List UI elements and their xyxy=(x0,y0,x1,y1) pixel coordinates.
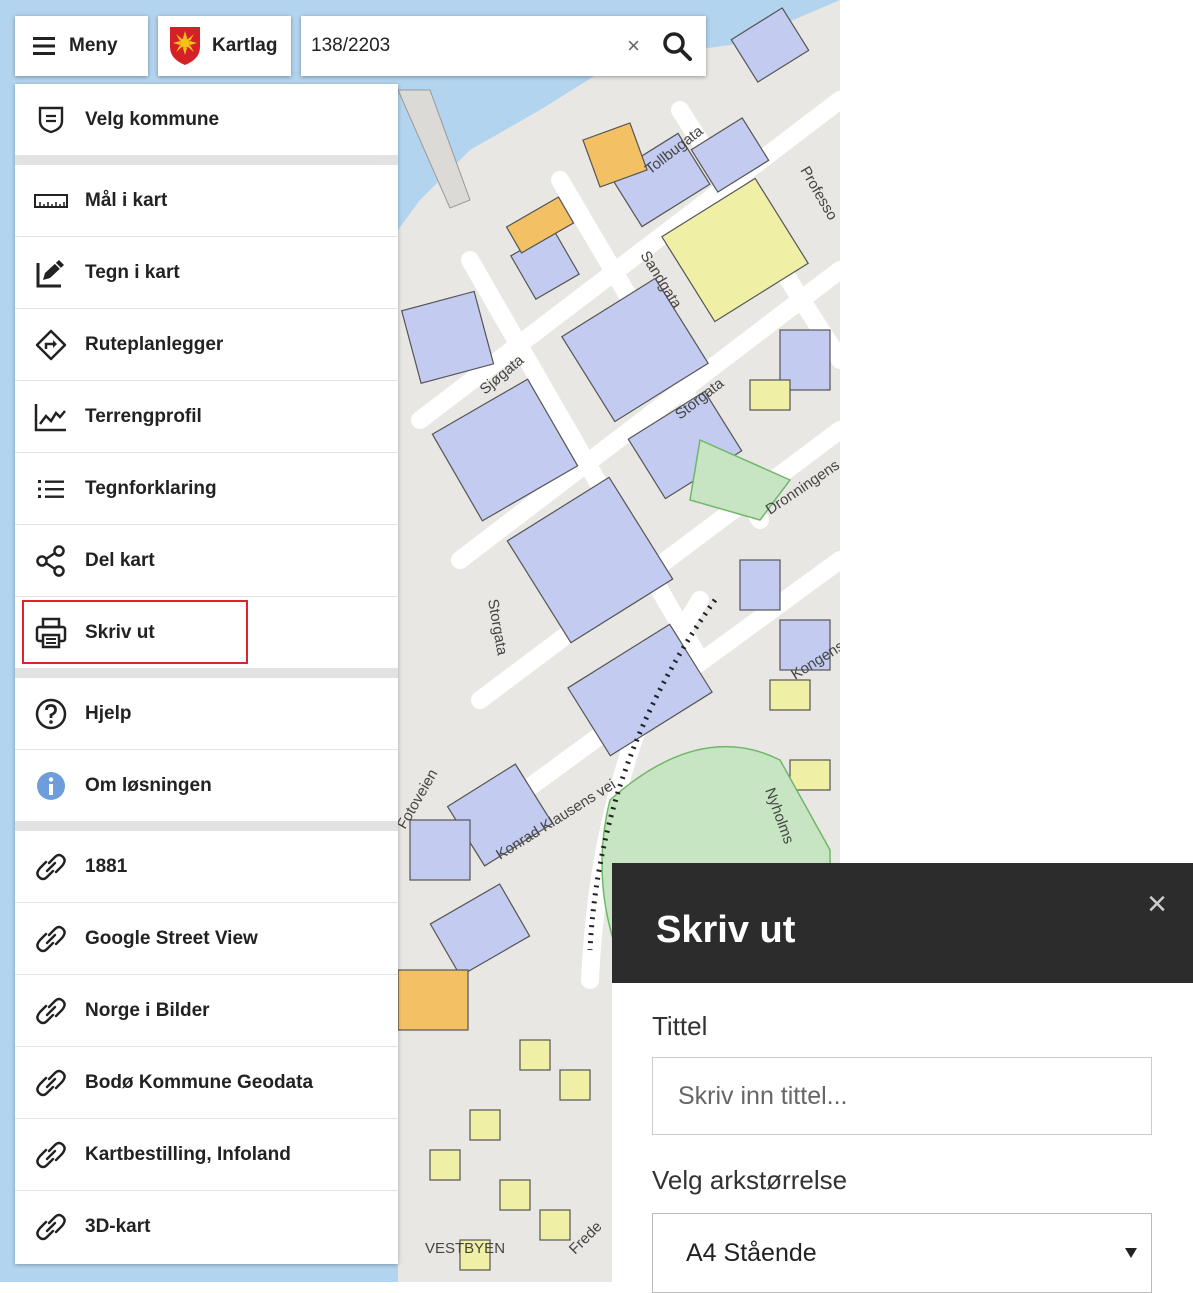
highlight-box xyxy=(22,600,248,664)
menu-item-label: Hjelp xyxy=(85,702,132,724)
shield-outline-icon xyxy=(33,102,69,138)
menu-item-link-norge-i-bilder[interactable]: Norge i Bilder xyxy=(15,975,398,1047)
menu-item-link-1881[interactable]: 1881 xyxy=(15,831,398,903)
link-icon xyxy=(33,993,69,1029)
share-icon xyxy=(33,543,69,579)
clear-search-icon[interactable]: × xyxy=(627,33,640,59)
menu-item-link-google-street-view[interactable]: Google Street View xyxy=(15,903,398,975)
menu-item-link-kartbestilling[interactable]: Kartbestilling, Infoland xyxy=(15,1119,398,1191)
menu-item-label: Velg kommune xyxy=(85,108,220,130)
main-menu-panel: Velg kommune Mål i kart Tegn i kart Rute… xyxy=(15,84,398,1264)
ruler-icon xyxy=(33,183,69,219)
menu-item-label: Mål i kart xyxy=(85,189,168,211)
menu-item-velg-kommune[interactable]: Velg kommune xyxy=(15,84,398,156)
menu-item-skriv-ut[interactable]: Skriv ut xyxy=(15,597,398,669)
menu-item-ruteplanlegger[interactable]: Ruteplanlegger xyxy=(15,309,398,381)
title-input[interactable]: Skriv inn tittel... xyxy=(652,1057,1152,1135)
title-field-label: Tittel xyxy=(652,1011,708,1041)
search-icon[interactable] xyxy=(662,31,692,61)
menu-item-label: Bodø Kommune Geodata xyxy=(85,1071,314,1093)
municipality-crest-icon xyxy=(170,27,200,65)
layers-button[interactable]: Kartlag xyxy=(158,16,291,76)
legend-list-icon xyxy=(33,471,69,507)
menu-item-label: Del kart xyxy=(85,549,155,571)
menu-item-link-bodo-kommune-geodata[interactable]: Bodø Kommune Geodata xyxy=(15,1047,398,1119)
menu-item-label: Ruteplanlegger xyxy=(85,333,224,355)
menu-item-mal-i-kart[interactable]: Mål i kart xyxy=(15,165,398,237)
print-dialog-title: Skriv ut xyxy=(656,909,796,951)
link-icon xyxy=(33,849,69,885)
menu-item-label: 3D-kart xyxy=(85,1216,151,1237)
draw-icon xyxy=(33,255,69,291)
menu-item-label: Kartbestilling, Infoland xyxy=(85,1143,291,1165)
dropdown-arrow-icon xyxy=(1125,1248,1137,1258)
link-icon xyxy=(33,921,69,957)
search-input[interactable]: 138/2203 xyxy=(311,35,627,57)
search-box[interactable]: 138/2203 × xyxy=(301,16,706,76)
paper-size-value: A4 Stående xyxy=(686,1238,817,1267)
menu-item-label: Google Street View xyxy=(85,927,258,949)
link-icon xyxy=(33,1209,69,1245)
menu-item-tegnforklaring[interactable]: Tegnforklaring xyxy=(15,453,398,525)
menu-item-link-3d-kart[interactable]: 3D-kart xyxy=(15,1191,398,1263)
menu-separator xyxy=(15,669,398,678)
link-icon xyxy=(33,1065,69,1101)
route-icon xyxy=(33,327,69,363)
close-icon[interactable]: × xyxy=(1147,885,1167,924)
menu-button-label: Meny xyxy=(69,35,118,56)
menu-button[interactable]: Meny xyxy=(15,16,148,76)
menu-item-label: Terrengprofil xyxy=(85,405,202,427)
print-dialog-header: Skriv ut × xyxy=(612,863,1193,983)
paper-size-label: Velg arkstørrelse xyxy=(652,1165,848,1195)
hamburger-icon xyxy=(33,37,55,55)
top-toolbar: Meny Kartlag 138/2203 × xyxy=(15,16,706,76)
menu-item-label: 1881 xyxy=(85,855,128,877)
menu-separator xyxy=(15,822,398,831)
menu-item-label: Tegnforklaring xyxy=(85,477,217,499)
menu-item-label: Norge i Bilder xyxy=(85,999,210,1021)
terrain-profile-icon xyxy=(33,399,69,435)
menu-item-tegn-i-kart[interactable]: Tegn i kart xyxy=(15,237,398,309)
link-icon xyxy=(33,1137,69,1173)
menu-item-del-kart[interactable]: Del kart xyxy=(15,525,398,597)
paper-size-select[interactable]: A4 Stående xyxy=(652,1213,1152,1293)
menu-item-hjelp[interactable]: Hjelp xyxy=(15,678,398,750)
menu-item-terrengprofil[interactable]: Terrengprofil xyxy=(15,381,398,453)
menu-item-om-losningen[interactable]: Om løsningen xyxy=(15,750,398,822)
street-label: VESTBYEN xyxy=(425,1240,505,1257)
menu-item-label: Om løsningen xyxy=(85,774,212,796)
layers-button-label: Kartlag xyxy=(212,35,278,56)
menu-item-label: Tegn i kart xyxy=(85,261,180,283)
menu-separator xyxy=(15,156,398,165)
help-icon xyxy=(33,696,69,732)
info-icon xyxy=(33,768,69,804)
print-dialog: Skriv ut × Tittel Skriv inn tittel... Ve… xyxy=(612,863,1193,1293)
